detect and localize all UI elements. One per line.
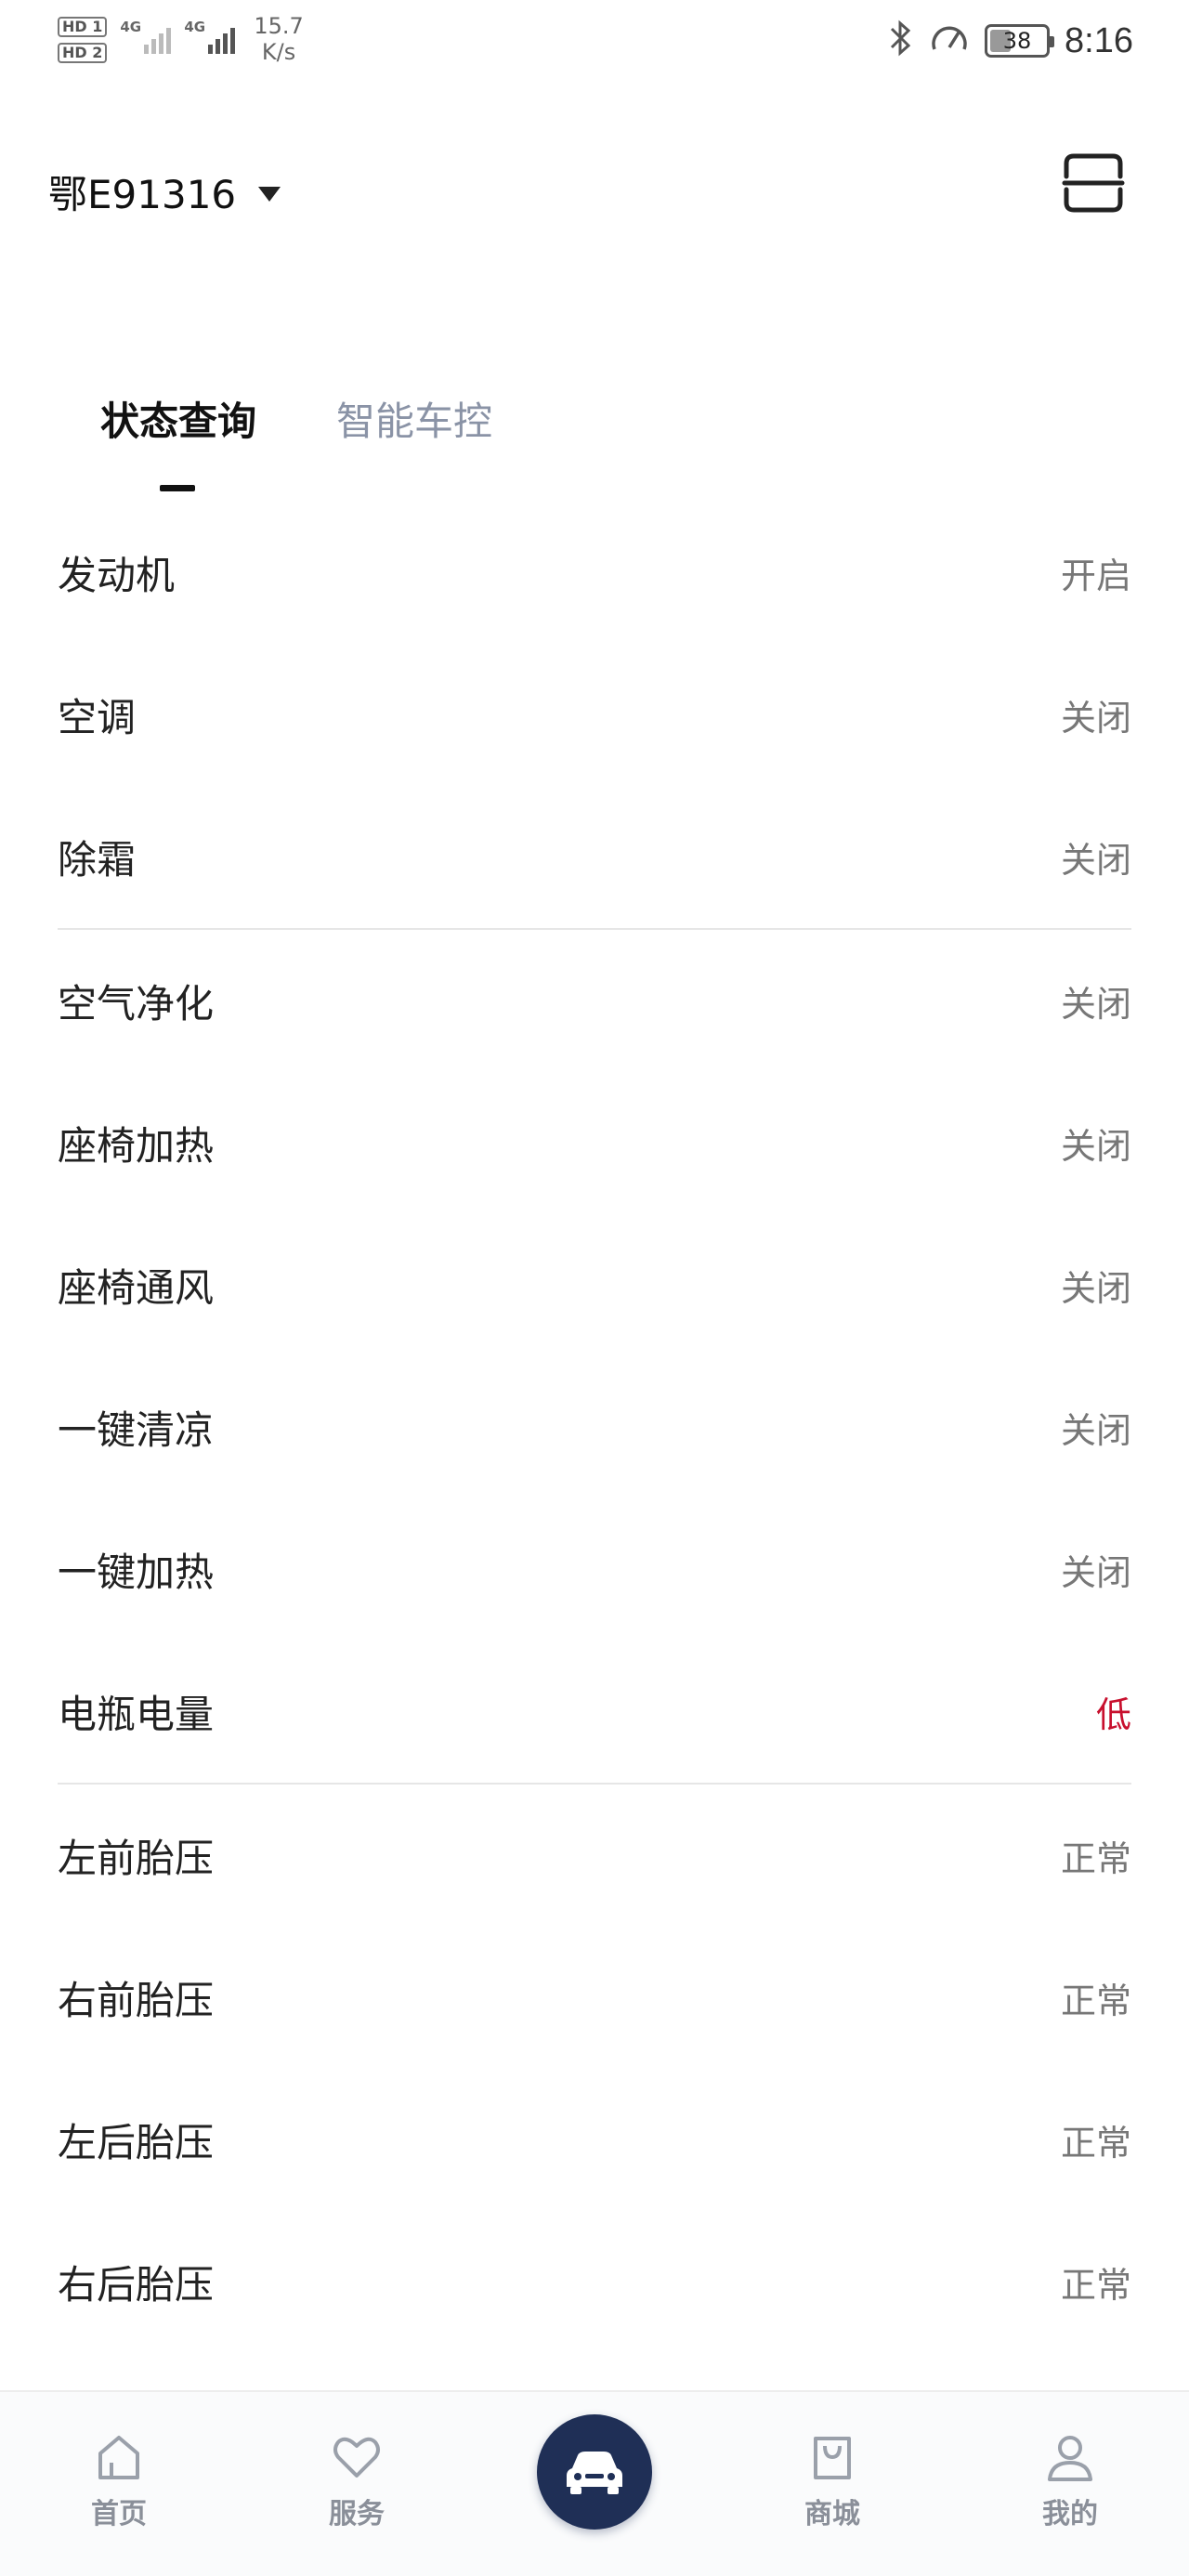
status-row-tire-rl: 左后胎压 正常 [58, 2069, 1131, 2211]
home-icon [98, 2436, 139, 2479]
caret-down-icon [258, 186, 281, 202]
nav-mall[interactable]: 商城 [767, 2429, 897, 2531]
tab-bar: 状态查询 智能车控 [0, 381, 1189, 502]
status-row-engine: 发动机 开启 [58, 502, 1131, 644]
status-name: 一键加热 [58, 1550, 215, 1595]
bottom-nav: 首页 服务 商城 我的 [0, 2390, 1189, 2576]
scan-icon[interactable] [1061, 150, 1126, 216]
network-speed: 15.7 K/s [254, 13, 303, 65]
status-bar-right: 38 8:16 [886, 17, 1133, 65]
status-name: 除霜 [58, 837, 137, 883]
status-value: 正常 [1060, 2265, 1131, 2306]
hd-badge-1: HD 1 [58, 17, 108, 37]
network-speed-unit: K/s [261, 39, 296, 65]
hd-badges: HD 1 HD 2 [58, 17, 108, 63]
status-name: 右前胎压 [58, 1978, 215, 2023]
status-row-quick-cool: 一键清凉 关闭 [58, 1356, 1131, 1498]
hd-badge-2: HD 2 [58, 43, 108, 63]
network-speed-value: 15.7 [254, 13, 304, 39]
nav-car-button[interactable] [537, 2414, 652, 2530]
status-value: 关闭 [1060, 840, 1131, 881]
status-row-quick-heat: 一键加热 关闭 [58, 1498, 1131, 1641]
signal-2-icon: 4G [184, 13, 236, 54]
plate-selector[interactable]: 鄂E91316 [48, 163, 281, 220]
status-name: 座椅通风 [58, 1265, 215, 1311]
network-type-1: 4G [120, 19, 142, 35]
nav-label: 我的 [1042, 2498, 1098, 2530]
status-value: 关闭 [1060, 984, 1131, 1025]
tab-smart-control[interactable]: 智能车控 [336, 390, 492, 447]
status-list: 发动机 开启 空调 关闭 除霜 关闭 空气净化 关闭 座椅加热 关闭 座椅通风 关闭 一键清… [58, 502, 1131, 2353]
status-value: 开启 [1060, 556, 1131, 596]
user-icon [1048, 2436, 1092, 2481]
status-row-battery: 电瓶电量 低 [58, 1641, 1131, 1783]
status-row-tire-rr: 右后胎压 正常 [58, 2211, 1131, 2353]
status-row-tire-fl: 左前胎压 正常 [58, 1785, 1131, 1927]
status-name: 电瓶电量 [58, 1692, 215, 1737]
status-name: 空调 [58, 695, 137, 740]
status-name: 左后胎压 [58, 2120, 215, 2165]
active-tab-indicator [160, 485, 195, 491]
car-icon [567, 2452, 622, 2494]
nav-label: 商城 [804, 2498, 860, 2530]
status-row-ac: 空调 关闭 [58, 644, 1131, 786]
nav-label: 首页 [91, 2498, 147, 2530]
nav-mine[interactable]: 我的 [1005, 2429, 1135, 2531]
nav-home[interactable]: 首页 [54, 2429, 184, 2531]
network-type-2: 4G [184, 19, 206, 35]
status-value: 关闭 [1060, 1268, 1131, 1309]
status-name: 座椅加热 [58, 1123, 215, 1169]
status-value-warning: 低 [1095, 1694, 1131, 1735]
battery-icon: 38 [985, 24, 1055, 58]
nav-label: 服务 [329, 2498, 385, 2530]
clock: 8:16 [1065, 20, 1133, 60]
status-name: 空气净化 [58, 981, 215, 1026]
status-value: 关闭 [1060, 1410, 1131, 1451]
status-value: 正常 [1060, 1981, 1131, 2021]
header: 鄂E91316 [0, 139, 1189, 242]
status-row-seat-heat: 座椅加热 关闭 [58, 1072, 1131, 1214]
plate-number: 鄂E91316 [48, 172, 237, 217]
battery-level: 38 [1002, 28, 1032, 54]
status-name: 一键清凉 [58, 1407, 215, 1453]
status-name: 发动机 [58, 553, 176, 598]
status-row-seat-vent: 座椅通风 关闭 [58, 1214, 1131, 1356]
heart-icon [333, 2437, 380, 2478]
status-name: 左前胎压 [58, 1836, 215, 1881]
status-row-air-purify: 空气净化 关闭 [58, 930, 1131, 1072]
status-bar-left: HD 1 HD 2 4G 4G 15.7 K/s [58, 13, 304, 72]
status-value: 关闭 [1060, 698, 1131, 739]
status-bar: HD 1 HD 2 4G 4G 15.7 K/s 38 8:16 [0, 0, 1189, 84]
status-value: 关闭 [1060, 1126, 1131, 1167]
status-value: 正常 [1060, 2123, 1131, 2164]
speedometer-icon [929, 20, 970, 62]
tab-status-query[interactable]: 状态查询 [100, 390, 256, 447]
status-name: 右后胎压 [58, 2262, 215, 2308]
status-value: 正常 [1060, 1838, 1131, 1879]
shopping-bag-icon [814, 2437, 851, 2479]
status-row-tire-fr: 右前胎压 正常 [58, 1927, 1131, 2069]
nav-service[interactable]: 服务 [292, 2429, 422, 2531]
signal-1-icon: 4G [120, 13, 172, 54]
bluetooth-icon [886, 20, 914, 62]
status-value: 关闭 [1060, 1552, 1131, 1593]
status-row-defrost: 除霜 关闭 [58, 786, 1131, 928]
